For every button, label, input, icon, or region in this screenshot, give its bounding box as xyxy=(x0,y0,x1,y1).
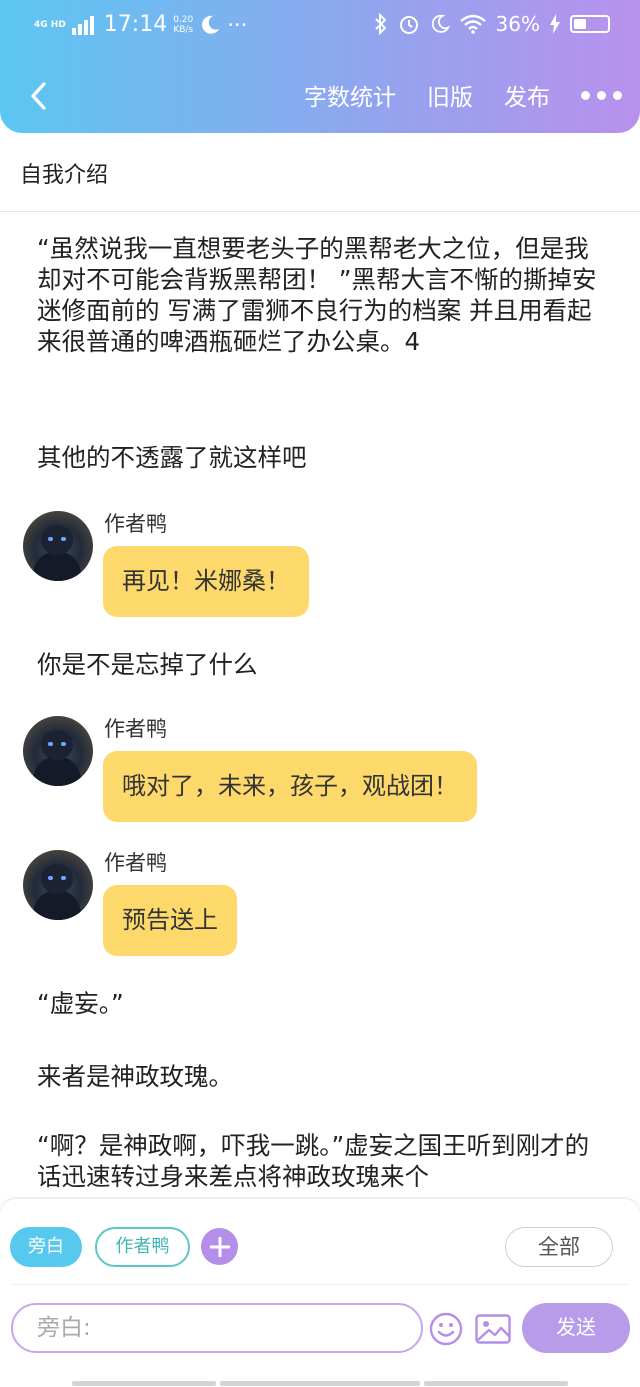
avatar[interactable] xyxy=(23,716,93,786)
network-indicator: 4G HD xyxy=(34,19,66,30)
narration-paragraph[interactable]: “虽然说我一直想要老头子的黑帮老大之位，但是我却对不可能会背叛黑帮团！ ”黑帮大… xyxy=(37,233,607,357)
publish-button[interactable]: 发布 xyxy=(504,78,550,112)
message-bubble[interactable]: 再见！米娜桑！ xyxy=(103,546,309,617)
old-version-button[interactable]: 旧版 xyxy=(427,78,473,112)
role-chip-author[interactable]: 作者鸭 xyxy=(95,1227,190,1267)
chevron-left-icon xyxy=(31,82,46,110)
moon-icon xyxy=(202,15,220,34)
back-button[interactable] xyxy=(18,76,58,116)
battery-icon xyxy=(570,15,610,33)
wifi-icon xyxy=(459,14,486,34)
message-bubble[interactable]: 哦对了，未来，孩子，观战团！ xyxy=(103,751,477,822)
send-button[interactable]: 发送 xyxy=(522,1303,630,1353)
narration-paragraph[interactable]: “虚妄。” xyxy=(37,988,607,1019)
chapter-title[interactable]: 自我介绍 xyxy=(20,157,108,189)
message-input-wrapper xyxy=(11,1303,423,1353)
bluetooth-icon xyxy=(374,13,386,35)
story-content[interactable]: “虽然说我一直想要老头子的黑帮老大之位，但是我却对不可能会背叛黑帮团！ ”黑帮大… xyxy=(0,212,640,1202)
emoji-icon[interactable] xyxy=(429,1312,463,1346)
narration-paragraph[interactable]: “啊？是神政啊，吓我一跳。”虚妄之国王听到刚才的话迅速转过身来差点将神政玫瑰来个 xyxy=(37,1130,607,1192)
nav-bar: 字数统计 旧版 发布 xyxy=(0,70,640,124)
divider xyxy=(12,1284,628,1285)
composer-panel: 旁白 作者鸭 全部 发送 xyxy=(0,1199,640,1387)
add-role-button[interactable] xyxy=(201,1228,238,1265)
clock: 17:14 xyxy=(103,12,168,37)
speaker-name: 作者鸭 xyxy=(104,717,167,741)
message-input[interactable] xyxy=(13,1305,421,1351)
message-bubble[interactable]: 预告送上 xyxy=(103,885,237,956)
network-speed-unit: KB/s xyxy=(173,24,194,35)
charging-icon xyxy=(550,14,560,34)
battery-percent: 36% xyxy=(495,12,540,36)
word-count-button[interactable]: 字数统计 xyxy=(304,78,396,112)
narration-paragraph[interactable]: 来者是神政玫瑰。 xyxy=(37,1061,607,1092)
network-speed: 0.20 KB/s xyxy=(173,15,193,35)
speaker-name: 作者鸭 xyxy=(104,512,167,536)
signal-icon xyxy=(71,15,94,35)
network-speed-value: 0.20 xyxy=(173,14,194,25)
narration-paragraph[interactable]: 其他的不透露了就这样吧 xyxy=(37,442,607,473)
avatar[interactable] xyxy=(23,850,93,920)
scroll-indicator xyxy=(72,1381,216,1386)
more-options-button[interactable] xyxy=(581,90,622,100)
more-notifications: ··· xyxy=(227,12,248,37)
image-icon[interactable] xyxy=(475,1314,511,1344)
scroll-indicator xyxy=(220,1381,420,1386)
narration-paragraph[interactable]: 你是不是忘掉了什么 xyxy=(37,649,607,680)
status-bar: 4G HD 17:14 0.20 KB/s ··· 36% xyxy=(0,0,640,52)
scroll-indicator xyxy=(424,1381,568,1386)
speaker-name: 作者鸭 xyxy=(104,851,167,875)
show-all-button[interactable]: 全部 xyxy=(505,1227,613,1267)
alarm-icon xyxy=(399,16,418,34)
avatar[interactable] xyxy=(23,511,93,581)
role-chip-narrator[interactable]: 旁白 xyxy=(10,1227,82,1267)
moon-icon xyxy=(431,14,450,33)
top-header: 4G HD 17:14 0.20 KB/s ··· 36% 字数统计 旧版 发布 xyxy=(0,0,640,133)
